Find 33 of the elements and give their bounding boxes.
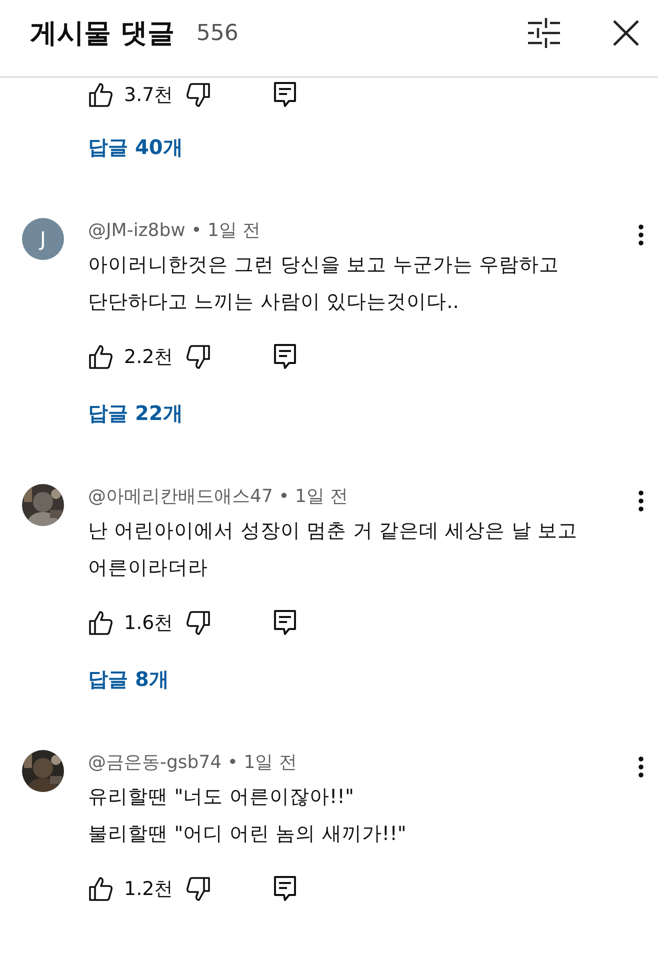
comment-text: 유리할땐 "너도 어른이잖아!!" 불리할땐 "어디 어린 놈의 새끼가!!" <box>88 784 408 847</box>
reply-icon[interactable] <box>273 609 298 637</box>
thumbs-up-icon[interactable] <box>88 82 114 108</box>
comment-text: 난 어린아이에서 성장이 멈춘 거 같은데 세상은 날 보고 어른이라더라 <box>88 518 579 581</box>
comment-text: 아이러니한것은 그런 당신을 보고 누군가는 우람하고 단단하다고 느끼는 사람이 있다는것이다.. <box>88 252 560 315</box>
thumbs-down-icon[interactable] <box>185 82 212 108</box>
replies-link[interactable]: 답글 22개 <box>88 400 183 426</box>
comment-author[interactable]: @아메리칸배드애스47 • 1일 전 <box>88 484 348 508</box>
like-count: 2.2천 <box>124 345 174 370</box>
panel-title: 게시물 댓글 <box>30 17 174 51</box>
close-icon[interactable] <box>612 19 640 47</box>
comment-author[interactable]: @JM-iz8bw • 1일 전 <box>88 218 261 242</box>
like-count: 1.2천 <box>124 877 174 902</box>
more-icon[interactable] <box>638 490 644 512</box>
thumbs-up-icon[interactable] <box>88 610 114 636</box>
avatar[interactable]: J <box>22 218 64 260</box>
filter-icon[interactable] <box>526 17 562 49</box>
like-count: 1.6천 <box>124 611 174 636</box>
thumbs-up-icon[interactable] <box>88 344 114 370</box>
replies-link[interactable]: 답글 8개 <box>88 666 169 692</box>
more-icon[interactable] <box>638 756 644 778</box>
thumbs-down-icon[interactable] <box>185 344 212 370</box>
replies-link[interactable]: 답글 40개 <box>88 134 183 160</box>
thumbs-down-icon[interactable] <box>185 610 212 636</box>
more-icon[interactable] <box>638 224 644 246</box>
thumbs-up-icon[interactable] <box>88 876 114 902</box>
reply-icon[interactable] <box>273 81 298 109</box>
comment-author[interactable]: @금은동-gsb74 • 1일 전 <box>88 750 297 774</box>
comment-count: 556 <box>196 20 238 46</box>
reply-icon[interactable] <box>273 343 298 371</box>
reply-icon[interactable] <box>273 875 298 903</box>
thumbs-down-icon[interactable] <box>185 876 212 902</box>
like-count: 3.7천 <box>124 83 174 108</box>
